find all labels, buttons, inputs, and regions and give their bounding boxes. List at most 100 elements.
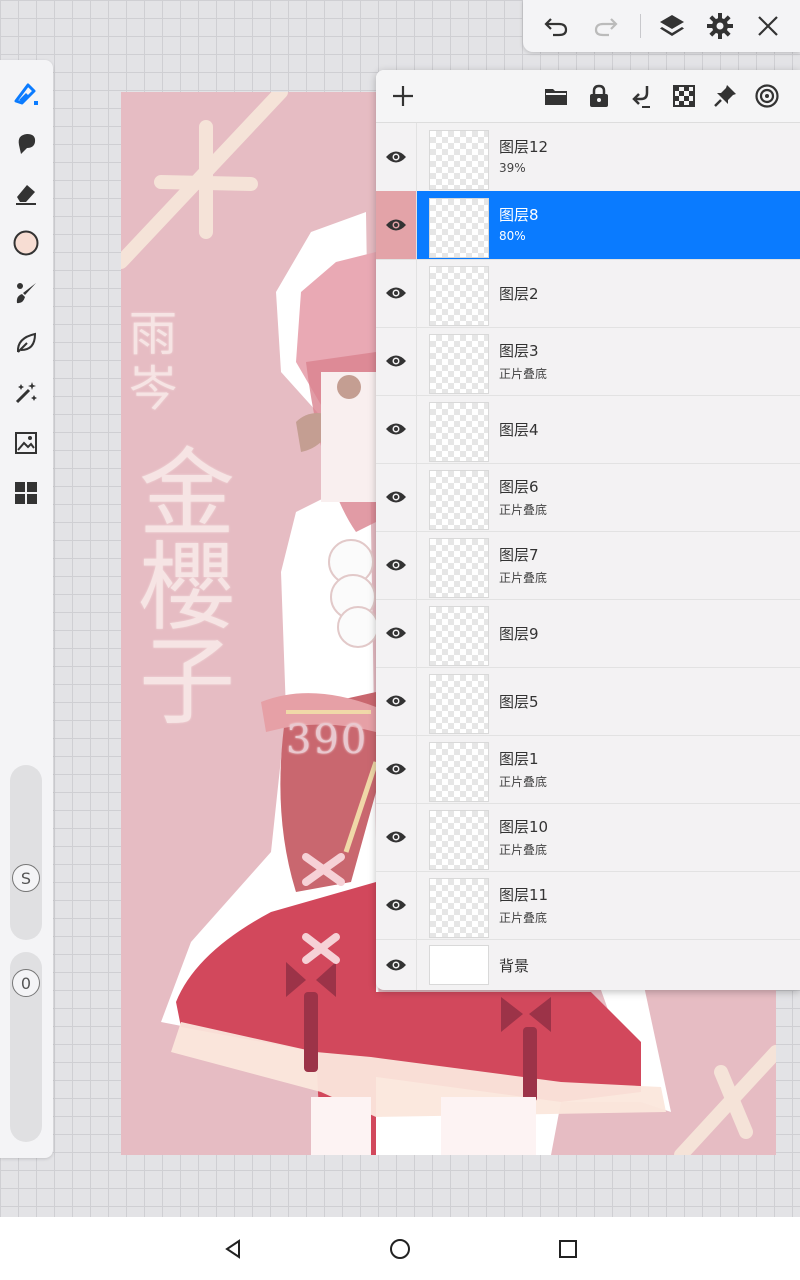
layer-row[interactable]: 图层11 正片叠底 — [376, 871, 800, 940]
layer-blend-info: 正片叠底 — [499, 571, 548, 585]
undo-button[interactable] — [541, 11, 571, 41]
layer-row[interactable]: 图层12 39% — [376, 123, 800, 192]
layer-name: 背景 — [499, 957, 530, 975]
left-toolbar: S 0 — [0, 60, 53, 1158]
close-icon — [758, 16, 778, 36]
pen-tool-button[interactable] — [11, 78, 41, 108]
eye-icon — [386, 959, 406, 970]
visibility-toggle[interactable] — [376, 259, 417, 327]
layers-button[interactable] — [657, 11, 687, 41]
merge-down-button[interactable] — [628, 82, 656, 110]
artwork-text-name: 雨岑 — [129, 306, 180, 417]
layer-name: 图层9 — [499, 625, 539, 643]
brush-settings-button[interactable] — [11, 278, 41, 308]
layer-name: 图层6 — [499, 478, 539, 496]
layer-blend-info: 80% — [499, 229, 526, 243]
home-icon — [390, 1239, 410, 1259]
visibility-toggle[interactable] — [376, 803, 417, 871]
layer-blend-info: 正片叠底 — [499, 367, 548, 381]
visibility-toggle[interactable] — [376, 463, 417, 531]
eye-icon — [386, 831, 406, 843]
layer-name: 图层7 — [499, 546, 539, 564]
visibility-toggle[interactable] — [376, 599, 417, 667]
color-swatch-button[interactable] — [11, 228, 41, 258]
layer-folder-button[interactable] — [542, 82, 570, 110]
layer-thumbnail — [429, 130, 489, 190]
lock-icon — [590, 84, 608, 107]
layer-name: 图层12 — [499, 138, 549, 156]
layer-row[interactable]: 图层3 正片叠底 — [376, 327, 800, 396]
pin-layer-button[interactable] — [711, 82, 739, 110]
layer-name: 图层8 — [499, 206, 539, 224]
layer-name: 图层3 — [499, 342, 539, 360]
visibility-toggle[interactable] — [376, 395, 417, 463]
layer-row[interactable]: 图层6 正片叠底 — [376, 463, 800, 532]
close-button[interactable] — [753, 11, 783, 41]
layer-name: 图层11 — [499, 886, 549, 904]
visibility-toggle[interactable] — [376, 531, 417, 599]
artwork-text-title: 金櫻子 — [139, 438, 237, 738]
image-adjust-button[interactable] — [11, 428, 41, 458]
lasso-icon — [16, 332, 37, 353]
brush-size-slider[interactable]: S — [10, 765, 42, 940]
visibility-toggle[interactable] — [376, 327, 417, 395]
eraser-tool-button[interactable] — [11, 178, 41, 208]
layer-thumbnail — [429, 810, 489, 870]
layer-row[interactable]: 图层5 — [376, 667, 800, 736]
layer-name: 图层10 — [499, 818, 549, 836]
more-tools-button[interactable] — [11, 478, 41, 508]
top-toolbar — [523, 0, 800, 52]
nav-back-button[interactable] — [219, 1235, 247, 1263]
layer-thumbnail — [429, 945, 489, 985]
layer-row[interactable]: 图层9 — [376, 599, 800, 668]
eye-icon — [386, 899, 406, 911]
gear-icon — [707, 13, 733, 39]
visibility-toggle[interactable] — [376, 871, 417, 939]
brush-opacity-slider[interactable]: 0 — [10, 952, 42, 1142]
layer-name: 图层5 — [499, 693, 539, 711]
add-layer-button[interactable] — [389, 82, 417, 110]
layer-name: 图层2 — [499, 285, 539, 303]
smudge-tool-button[interactable] — [11, 128, 41, 158]
nav-recents-button[interactable] — [554, 1235, 582, 1263]
eye-icon — [386, 287, 406, 299]
visibility-toggle[interactable] — [376, 735, 417, 803]
visibility-toggle[interactable] — [376, 123, 417, 191]
layer-blend-info: 正片叠底 — [499, 775, 548, 789]
visibility-toggle[interactable] — [376, 667, 417, 735]
layers-icon — [660, 15, 684, 36]
layer-blend-info: 正片叠底 — [499, 503, 548, 517]
undo-icon — [544, 18, 568, 37]
layer-thumbnail — [429, 266, 489, 326]
layer-row-background[interactable]: 背景 — [376, 939, 800, 990]
recents-icon — [559, 1240, 577, 1258]
lock-layer-button[interactable] — [585, 82, 613, 110]
layer-thumbnail — [429, 606, 489, 666]
layer-blend-info: 39% — [499, 161, 526, 175]
add-icon — [393, 86, 413, 106]
layer-row[interactable]: 图层2 — [376, 259, 800, 328]
merge-down-icon — [632, 86, 650, 108]
nav-home-button[interactable] — [386, 1235, 414, 1263]
redo-button[interactable] — [591, 11, 621, 41]
system-nav-bar — [0, 1217, 800, 1280]
eraser-icon — [16, 185, 36, 205]
layer-row-selected[interactable]: 图层8 80% — [376, 191, 800, 260]
magic-wand-tool-button[interactable] — [11, 378, 41, 408]
layer-name: 图层4 — [499, 421, 539, 439]
visibility-toggle[interactable] — [376, 191, 417, 259]
lasso-tool-button[interactable] — [11, 328, 41, 358]
pen-icon — [14, 83, 38, 105]
layer-row[interactable]: 图层4 — [376, 395, 800, 464]
transparency-lock-button[interactable] — [670, 82, 698, 110]
visibility-toggle[interactable] — [376, 939, 417, 990]
layer-row[interactable]: 图层7 正片叠底 — [376, 531, 800, 600]
folder-icon — [545, 89, 567, 105]
layer-reference-button[interactable] — [753, 82, 781, 110]
artwork-text-id: 390 — [286, 717, 369, 763]
layer-row[interactable]: 图层1 正片叠底 — [376, 735, 800, 804]
layer-blend-info: 正片叠底 — [499, 843, 548, 857]
back-icon — [225, 1239, 240, 1259]
settings-button[interactable] — [705, 11, 735, 41]
layer-row[interactable]: 图层10 正片叠底 — [376, 803, 800, 872]
